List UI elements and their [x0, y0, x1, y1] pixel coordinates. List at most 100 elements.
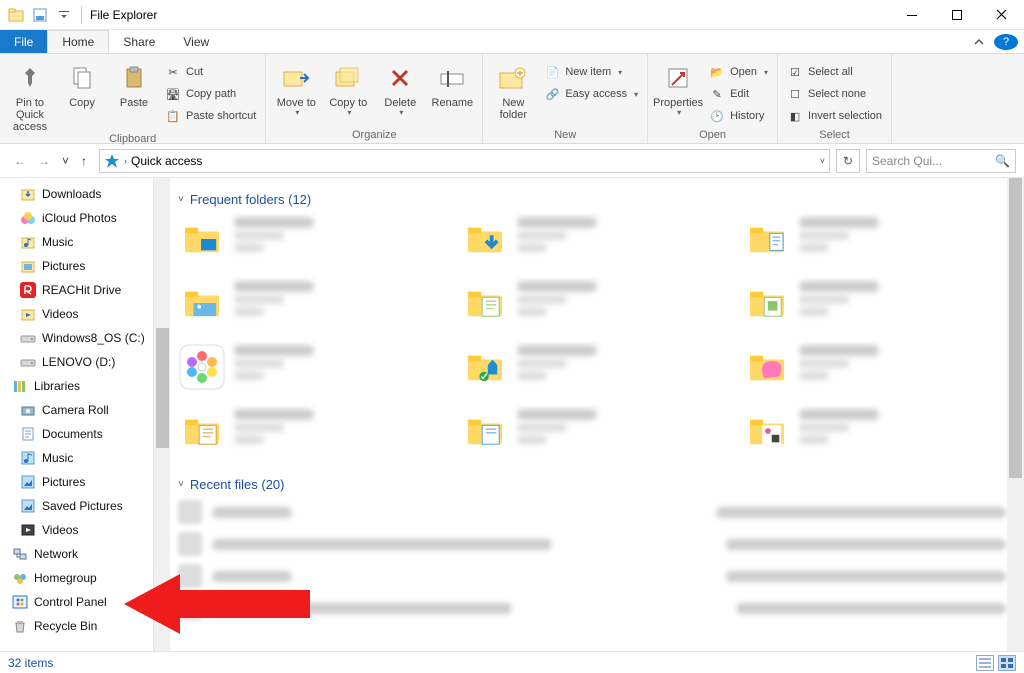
- recent-files-header[interactable]: ˅ Recent files (20): [178, 477, 1006, 492]
- frequent-folder-tile[interactable]: [178, 279, 441, 335]
- sidebar-item-pictures[interactable]: Pictures: [8, 254, 170, 278]
- sidebar-item-camera-roll[interactable]: Camera Roll: [8, 398, 170, 422]
- sidebar-item-label: Documents: [42, 427, 103, 441]
- copy-button[interactable]: Copy: [58, 60, 106, 109]
- ribbon-group-clipboard: Pin to Quick access Copy Paste ✂Cut 🛣Cop…: [0, 54, 266, 143]
- collapse-ribbon-button[interactable]: [964, 30, 994, 53]
- pictures-icon: [20, 258, 36, 274]
- tab-view[interactable]: View: [169, 30, 223, 53]
- ribbon-tabs: File Home Share View ?: [0, 30, 1024, 54]
- app-icon: [5, 4, 27, 26]
- history-button[interactable]: 🕑History: [706, 106, 771, 126]
- paste-shortcut-button[interactable]: 📋Paste shortcut: [162, 106, 259, 126]
- frequent-folder-tile[interactable]: [178, 343, 441, 399]
- frequent-folder-tile[interactable]: [461, 343, 724, 399]
- nav-recent-dropdown[interactable]: ˅: [62, 154, 69, 168]
- select-all-button[interactable]: ☑Select all: [784, 62, 885, 82]
- recent-file-row[interactable]: [178, 596, 1006, 620]
- sidebar-item-label: Videos: [42, 307, 78, 321]
- sidebar-item-network[interactable]: Network: [8, 542, 170, 566]
- sidebar-item-saved-pictures[interactable]: Saved Pictures: [8, 494, 170, 518]
- sidebar-item-music[interactable]: Music: [8, 230, 170, 254]
- help-button[interactable]: ?: [994, 34, 1018, 50]
- content-pane: ˅ Frequent folders (12) ˅ Recent files (…: [170, 178, 1024, 651]
- close-button[interactable]: [979, 0, 1024, 30]
- videos-lib-icon: [20, 522, 36, 538]
- nav-back-button[interactable]: ←: [14, 154, 26, 168]
- frequent-folder-tile[interactable]: [178, 215, 441, 271]
- frequent-folder-tile[interactable]: [743, 343, 1006, 399]
- sidebar-item-documents[interactable]: Documents: [8, 422, 170, 446]
- sidebar-item-icloud-photos[interactable]: iCloud Photos: [8, 206, 170, 230]
- open-button[interactable]: 📂Open: [706, 62, 771, 82]
- ribbon-group-organize: Move to Copy to Delete Rename Organize: [266, 54, 483, 143]
- tab-home[interactable]: Home: [47, 30, 109, 53]
- quick-access-star-icon: [104, 153, 120, 169]
- folder-icon: [178, 407, 226, 455]
- cut-button[interactable]: ✂Cut: [162, 62, 259, 82]
- frequent-folder-tile[interactable]: [743, 407, 1006, 463]
- sidebar-scrollbar[interactable]: [153, 178, 170, 651]
- edit-button[interactable]: ✎Edit: [706, 84, 771, 104]
- select-none-button[interactable]: ☐Select none: [784, 84, 885, 104]
- ribbon-group-select: ☑Select all ☐Select none ◧Invert selecti…: [778, 54, 892, 143]
- recent-file-row[interactable]: [178, 500, 1006, 524]
- qat-dropdown-icon[interactable]: [53, 4, 75, 26]
- sidebar-item-videos[interactable]: Videos: [8, 302, 170, 326]
- tab-share[interactable]: Share: [109, 30, 169, 53]
- sidebar-item-homegroup[interactable]: Homegroup: [8, 566, 170, 590]
- copy-to-button[interactable]: Copy to: [324, 60, 372, 118]
- refresh-button[interactable]: ↻: [836, 149, 860, 173]
- new-folder-button[interactable]: New folder: [489, 60, 537, 121]
- nav-up-button[interactable]: ↑: [81, 154, 87, 168]
- folder-icon: [461, 215, 509, 263]
- delete-button[interactable]: Delete: [376, 60, 424, 118]
- sidebar-item-label: Downloads: [42, 187, 101, 201]
- address-dropdown-icon[interactable]: ˅: [820, 156, 825, 166]
- network-icon: [12, 546, 28, 562]
- frequent-folder-tile[interactable]: [461, 215, 724, 271]
- content-scrollbar[interactable]: [1007, 178, 1024, 651]
- frequent-folder-tile[interactable]: [461, 279, 724, 335]
- recent-file-row[interactable]: [178, 564, 1006, 588]
- sidebar-item-label: Homegroup: [34, 571, 97, 585]
- new-item-button[interactable]: 📄New item: [541, 62, 641, 82]
- recent-file-row[interactable]: [178, 532, 1006, 556]
- sidebar-item-reachit-drive[interactable]: REACHit Drive: [8, 278, 170, 302]
- large-icons-view-button[interactable]: [998, 655, 1016, 671]
- frequent-folder-tile[interactable]: [743, 279, 1006, 335]
- frequent-folder-tile[interactable]: [743, 215, 1006, 271]
- properties-button[interactable]: Properties: [654, 60, 702, 118]
- move-to-button[interactable]: Move to: [272, 60, 320, 118]
- sidebar-item-label: Control Panel: [34, 595, 107, 609]
- sidebar-item-downloads[interactable]: Downloads: [8, 182, 170, 206]
- address-bar[interactable]: › Quick access ˅: [99, 149, 830, 173]
- sidebar-item-label: Videos: [42, 523, 78, 537]
- sidebar-item-recycle-bin[interactable]: Recycle Bin: [8, 614, 170, 638]
- icloud-icon: [20, 210, 36, 226]
- sidebar-item-lenovo-d-[interactable]: LENOVO (D:): [8, 350, 170, 374]
- qat-save-icon[interactable]: [29, 4, 51, 26]
- tab-file[interactable]: File: [0, 30, 47, 53]
- details-view-button[interactable]: [976, 655, 994, 671]
- maximize-button[interactable]: [934, 0, 979, 30]
- sidebar-item-libraries[interactable]: Libraries: [8, 374, 170, 398]
- sidebar-item-pictures[interactable]: Pictures: [8, 470, 170, 494]
- minimize-button[interactable]: [889, 0, 934, 30]
- frequent-folder-tile[interactable]: [178, 407, 441, 463]
- sidebar-item-music[interactable]: Music: [8, 446, 170, 470]
- frequent-folders-header[interactable]: ˅ Frequent folders (12): [178, 192, 1006, 207]
- sidebar-item-control-panel[interactable]: Control Panel: [8, 590, 170, 614]
- nav-forward-button[interactable]: →: [38, 154, 50, 168]
- sidebar-item-videos[interactable]: Videos: [8, 518, 170, 542]
- frequent-folder-tile[interactable]: [461, 407, 724, 463]
- pin-to-quick-access-button[interactable]: Pin to Quick access: [6, 60, 54, 133]
- easy-access-button[interactable]: 🔗Easy access: [541, 84, 641, 104]
- folder-icon: [178, 343, 226, 391]
- paste-button[interactable]: Paste: [110, 60, 158, 109]
- sidebar-item-windows8-os-c-[interactable]: Windows8_OS (C:): [8, 326, 170, 350]
- rename-button[interactable]: Rename: [428, 60, 476, 109]
- copy-path-button[interactable]: 🛣Copy path: [162, 84, 259, 104]
- invert-selection-button[interactable]: ◧Invert selection: [784, 106, 885, 126]
- search-input[interactable]: Search Qui... 🔍: [866, 149, 1016, 173]
